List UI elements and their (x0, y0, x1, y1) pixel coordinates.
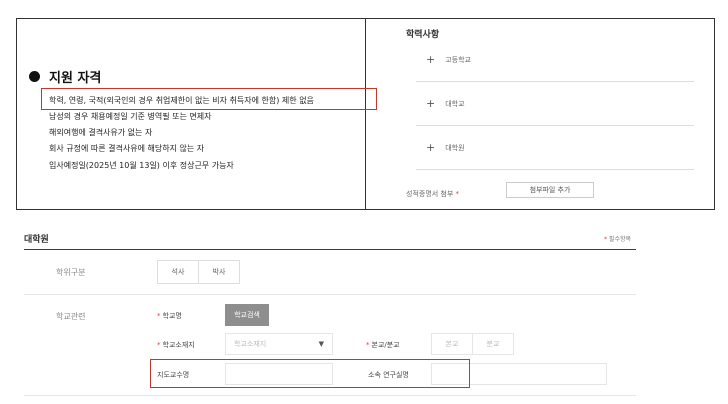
qualification-title: 지원 자격 (49, 71, 102, 86)
qualification-highlight-box (41, 88, 377, 110)
school-location-label: * 학교소재지 (157, 340, 195, 350)
title-underline (24, 249, 636, 250)
education-item-label: 대학원 (445, 143, 465, 152)
advisor-name-label: 지도교수명 (157, 371, 190, 379)
campus-type-label: * 본교/분교 (366, 340, 400, 350)
education-item-graduate[interactable]: + 대학원 (426, 141, 465, 154)
advisor-name-input[interactable] (225, 363, 333, 385)
education-item-university[interactable]: + 대학교 (426, 97, 465, 110)
row-divider (24, 395, 636, 396)
grad-school-title: 대학원 (24, 235, 49, 245)
school-info-label: 학교관련 (56, 312, 86, 321)
education-item-label: 대학교 (445, 99, 465, 108)
required-star: * (157, 312, 161, 320)
qualification-line: 해외여행에 결격사유가 없는 자 (49, 128, 153, 137)
add-attachment-button[interactable]: 첨부파일 추가 (506, 182, 594, 198)
school-location-select[interactable]: 학교소재지 ▼ (225, 333, 333, 355)
plus-icon: + (426, 53, 436, 66)
plus-icon: + (426, 141, 436, 154)
education-section: 학력사항 + 고등학교 + 대학교 + 대학원 성적증명서 첨부 * 첨부파일 … (366, 19, 714, 209)
transcript-label: 성적증명서 첨부 * (406, 189, 459, 199)
qualification-heading: 지원 자격 (29, 67, 101, 86)
required-fields-note: * 필수항목 (604, 234, 631, 243)
qualification-line: 입사예정일(2025년 10월 13일) 이후 정상근무 가능자 (49, 161, 234, 170)
required-note-text: 필수항목 (608, 236, 632, 243)
transcript-label-text: 성적증명서 첨부 (406, 190, 454, 198)
school-location-label-text: 학교소재지 (162, 341, 195, 349)
school-name-label-text: 학교명 (162, 312, 182, 320)
required-star: * (604, 236, 607, 243)
campus-option-branch[interactable]: 분교 (472, 333, 514, 355)
required-mark: * (455, 190, 460, 198)
bullet-icon (29, 71, 40, 82)
divider (416, 125, 694, 126)
campus-type-label-text: 본교/분교 (371, 341, 400, 349)
campus-option-main[interactable]: 본교 (431, 333, 473, 355)
divider (416, 169, 694, 170)
school-search-button[interactable]: 학교검색 (225, 304, 269, 326)
divider (416, 81, 694, 82)
lab-name-label: 소속 연구실명 (368, 371, 409, 379)
qualification-line: 남성의 경우 채용예정일 기준 병역필 또는 면제자 (49, 112, 212, 121)
lab-name-input[interactable] (431, 363, 607, 385)
qualification-section: 지원 자격 학력, 연령, 국적(외국인의 경우 취업제한이 없는 비자 취득자… (17, 19, 377, 209)
degree-option-doctorate[interactable]: 박사 (198, 260, 240, 284)
qualification-line: 회사 규정에 따른 결격사유에 해당하지 않는 자 (49, 144, 205, 153)
required-star: * (366, 341, 370, 349)
top-screenshot-panel: 지원 자격 학력, 연령, 국적(외국인의 경우 취업제한이 없는 비자 취득자… (16, 18, 715, 210)
education-item-highschool[interactable]: + 고등학교 (426, 53, 471, 66)
school-location-placeholder: 학교소재지 (234, 340, 267, 348)
degree-option-masters[interactable]: 석사 (157, 260, 199, 284)
chevron-down-icon: ▼ (318, 340, 324, 348)
degree-type-label: 학위구분 (56, 268, 86, 277)
row-divider (24, 294, 636, 295)
education-item-label: 고등학교 (445, 55, 471, 64)
plus-icon: + (426, 97, 436, 110)
education-title: 학력사항 (406, 30, 440, 40)
required-star: * (157, 341, 161, 349)
school-name-label: * 학교명 (157, 311, 182, 321)
